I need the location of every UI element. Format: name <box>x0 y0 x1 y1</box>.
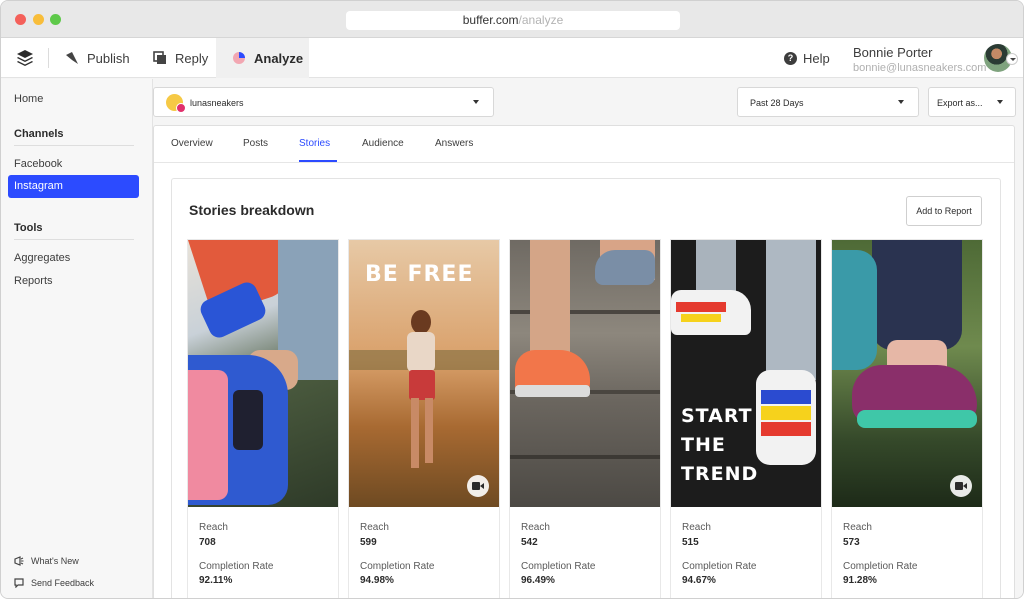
story-thumbnail[interactable]: START THE TREND <box>671 240 821 507</box>
sidebar-heading-channels: Channels <box>14 128 64 140</box>
completion-rate-label: Completion Rate <box>682 561 757 572</box>
story-overlay-text: BE FREE <box>365 262 474 287</box>
reach-label: Reach <box>521 522 550 533</box>
account-name: lunasneakers <box>190 98 244 108</box>
user-name: Bonnie Porter <box>853 45 933 60</box>
maximize-window-button[interactable] <box>50 14 61 25</box>
story-thumbnail[interactable] <box>832 240 982 507</box>
sidebar-divider <box>14 239 134 240</box>
video-camera-icon <box>467 475 489 497</box>
chevron-down-icon <box>473 100 479 104</box>
user-email: bonnie@lunasneakers.com <box>853 62 987 74</box>
export-label: Export as... <box>937 98 983 108</box>
main-content: lunasneakers Past 28 Days Export as... O… <box>153 79 1023 598</box>
reach-value: 573 <box>843 537 860 548</box>
megaphone-icon <box>14 556 24 566</box>
story-card[interactable]: START THE TREND Reach 515 Completion Rat… <box>670 239 822 598</box>
active-tab-indicator <box>299 160 337 162</box>
reach-label: Reach <box>682 522 711 533</box>
story-card[interactable]: Reach 542 Completion Rate 96.49% <box>509 239 661 598</box>
tab-overview[interactable]: Overview <box>171 138 213 149</box>
completion-rate-label: Completion Rate <box>360 561 435 572</box>
browser-window: buffer.com/analyze Publish Reply Analyze… <box>0 0 1024 599</box>
chevron-down-icon <box>898 100 904 104</box>
completion-rate-value: 92.11% <box>199 575 233 586</box>
sidebar-divider <box>14 145 134 146</box>
close-window-button[interactable] <box>15 14 26 25</box>
completion-rate-value: 94.67% <box>682 575 716 586</box>
reach-label: Reach <box>199 522 228 533</box>
reach-value: 599 <box>360 537 377 548</box>
url-host: buffer.com <box>462 13 519 27</box>
story-thumbnail[interactable]: BE FREE <box>349 240 499 507</box>
nav-divider <box>48 48 49 68</box>
sidebar-item-home[interactable]: Home <box>14 93 43 105</box>
completion-rate-label: Completion Rate <box>521 561 596 572</box>
completion-rate-value: 96.49% <box>521 575 555 586</box>
nav-reply-tab[interactable]: Reply <box>153 38 208 78</box>
reach-value: 515 <box>682 537 699 548</box>
analyze-pie-icon <box>233 52 245 64</box>
address-bar[interactable]: buffer.com/analyze <box>346 11 680 30</box>
account-selector[interactable]: lunasneakers <box>153 87 494 117</box>
tab-stories[interactable]: Stories <box>299 138 330 149</box>
analytics-tabs: Overview Posts Stories Audience Answers <box>154 126 1014 163</box>
nav-publish-tab[interactable]: Publish <box>65 38 130 78</box>
help-icon: ? <box>784 52 797 65</box>
completion-rate-label: Completion Rate <box>199 561 274 572</box>
send-feedback-label: Send Feedback <box>31 578 95 588</box>
nav-publish-label: Publish <box>87 50 130 66</box>
whats-new-label: What's New <box>31 556 79 566</box>
chevron-down-icon[interactable] <box>1006 53 1018 65</box>
browser-chrome: buffer.com/analyze <box>1 1 1023 38</box>
story-card[interactable]: Reach 708 Completion Rate 92.11% <box>187 239 339 598</box>
reach-label: Reach <box>843 522 872 533</box>
tab-audience[interactable]: Audience <box>362 138 404 149</box>
tab-posts[interactable]: Posts <box>243 138 268 149</box>
story-card[interactable]: BE FREE Reach 599 Completion Rate 94.98% <box>348 239 500 598</box>
story-thumbnail[interactable] <box>510 240 660 507</box>
reply-icon <box>153 51 166 64</box>
buffer-logo-icon[interactable] <box>16 50 34 66</box>
chevron-down-icon <box>997 100 1003 104</box>
app-nav: Publish Reply Analyze ? Help Bonnie Port… <box>1 38 1023 78</box>
sidebar-item-aggregates[interactable]: Aggregates <box>14 252 70 264</box>
completion-rate-label: Completion Rate <box>843 561 918 572</box>
completion-rate-value: 94.98% <box>360 575 394 586</box>
sidebar-heading-tools: Tools <box>14 222 43 234</box>
sidebar-item-reports[interactable]: Reports <box>14 275 53 287</box>
stories-breakdown-title: Stories breakdown <box>189 202 315 218</box>
chat-bubble-icon <box>14 578 24 588</box>
nav-analyze-tab[interactable]: Analyze <box>216 38 309 78</box>
story-thumbnail[interactable] <box>188 240 338 507</box>
date-range-label: Past 28 Days <box>750 98 804 108</box>
user-info[interactable]: Bonnie Porter bonnie@lunasneakers.com <box>853 45 986 74</box>
story-card[interactable]: Reach 573 Completion Rate 91.28% <box>831 239 983 598</box>
reach-value: 708 <box>199 537 216 548</box>
analytics-panel: Overview Posts Stories Audience Answers … <box>153 125 1015 598</box>
date-range-dropdown[interactable]: Past 28 Days <box>737 87 919 117</box>
video-camera-icon <box>950 475 972 497</box>
reach-label: Reach <box>360 522 389 533</box>
reach-value: 542 <box>521 537 538 548</box>
minimize-window-button[interactable] <box>33 14 44 25</box>
sidebar-item-instagram[interactable]: Instagram <box>8 175 139 198</box>
completion-rate-value: 91.28% <box>843 575 877 586</box>
sidebar-item-facebook[interactable]: Facebook <box>14 158 62 170</box>
add-to-report-button[interactable]: Add to Report <box>906 196 982 226</box>
stories-breakdown-card: Stories breakdown Add to Report Reach 70 <box>171 178 1001 598</box>
whats-new-link[interactable]: What's New <box>14 556 79 566</box>
help-link[interactable]: ? Help <box>784 51 830 66</box>
publish-icon <box>66 52 78 64</box>
sidebar: Home Channels Facebook Instagram Tools A… <box>1 79 153 598</box>
story-overlay-text: START THE TREND <box>681 405 759 485</box>
nav-analyze-label: Analyze <box>254 50 304 66</box>
tab-answers[interactable]: Answers <box>435 138 473 149</box>
nav-reply-label: Reply <box>175 50 209 66</box>
export-dropdown[interactable]: Export as... <box>928 87 1016 117</box>
help-label: Help <box>803 51 830 66</box>
account-avatar <box>166 94 186 113</box>
url-path: /analyze <box>518 13 564 27</box>
send-feedback-link[interactable]: Send Feedback <box>14 578 94 588</box>
